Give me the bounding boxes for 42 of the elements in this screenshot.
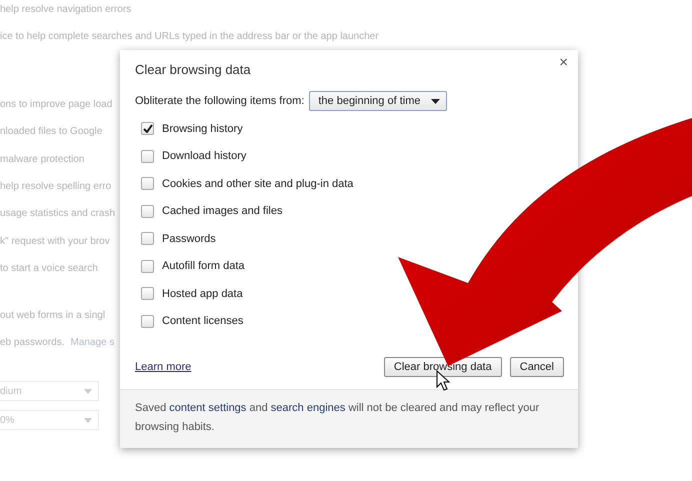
checkbox[interactable] [141,150,154,163]
range-label: Obliterate the following items from: [135,95,304,107]
checkbox[interactable] [141,314,154,328]
dropdown-value: dium [0,386,22,397]
setting-text: to start a voice search [0,262,98,276]
caret-icon [84,388,92,394]
checkbox[interactable] [141,177,154,190]
checkbox[interactable] [141,260,154,273]
learn-more-link[interactable]: Learn more [135,361,192,373]
time-range-dropdown[interactable]: the beginning of time [309,91,446,111]
checkbox-label: Browsing history [162,122,243,135]
checkbox-label: Content licenses [162,315,244,328]
checkbox-label: Download history [162,150,246,162]
clear-data-button[interactable]: Clear browsing data [384,357,502,377]
checkbox[interactable] [141,122,154,136]
checkbox-label: Hosted app data [162,288,243,300]
setting-text: ons to improve page load [0,98,112,112]
checkbox-label: Cookies and other site and plug-in data [162,178,354,190]
checkbox-label: Passwords [162,232,216,245]
close-button[interactable]: × [557,54,570,71]
dialog-title: Clear browsing data [135,62,252,77]
checkbox[interactable] [141,232,154,246]
setting-text: ice to help complete searches and URLs typed in the address bar or the app launcher [0,30,379,44]
checkbox[interactable] [141,287,154,300]
cancel-button[interactable]: Cancel [510,357,564,377]
setting-text: malware protection [0,152,84,166]
setting-text: help resolve spelling erro [0,180,112,194]
caret-icon [430,98,440,104]
caret-icon [84,418,92,423]
checkbox-label: Cached images and files [162,205,282,218]
setting-text: usage statistics and crash [0,207,116,221]
checkbox[interactable] [141,204,154,218]
checkbox-label: Autofill form data [162,260,245,272]
setting-text: out web forms in a singl [0,308,106,322]
setting-text: nloaded files to Google [0,125,102,139]
setting-text: eb passwords. [0,336,64,348]
dropdown-value: 0% [0,414,14,426]
setting-text: k" request with your brov [0,234,110,248]
footer-link[interactable]: content settings [169,402,246,414]
footer-link[interactable]: search engines [270,402,346,414]
setting-text: help resolve navigation errors [0,3,132,16]
footer-note: Saved content settings and search engines will not be cleared and may reflect your browsing habits. [120,389,578,448]
